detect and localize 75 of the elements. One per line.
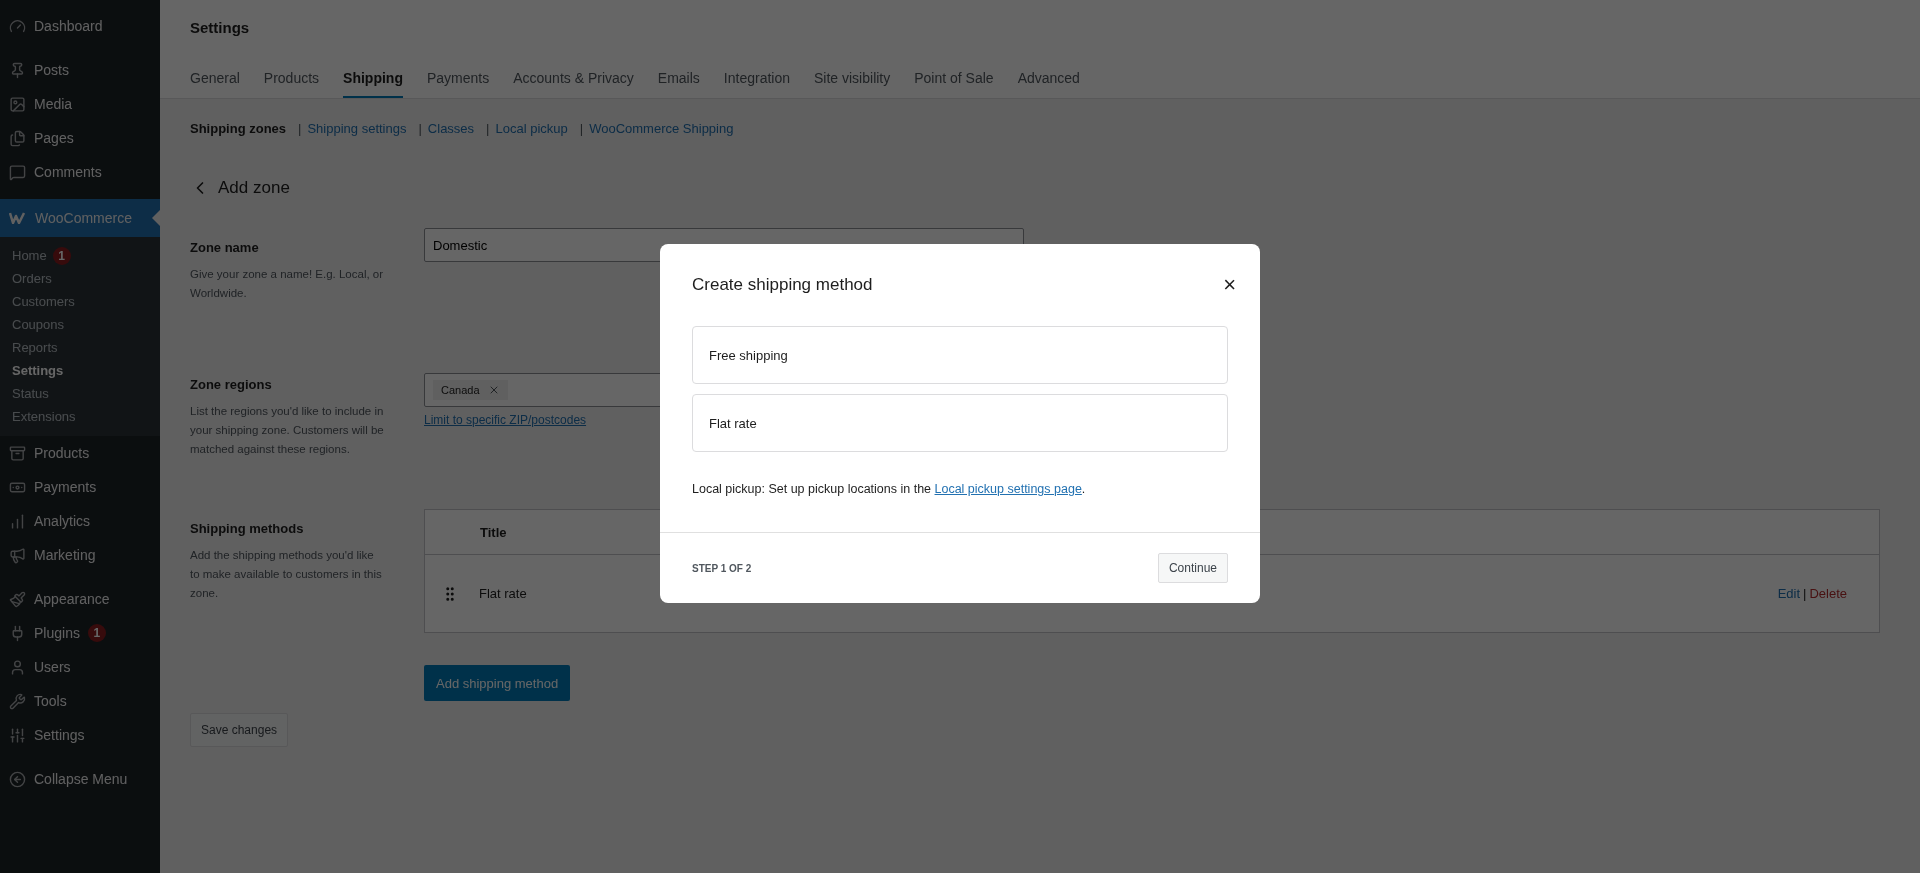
settings-tab[interactable]: Accounts & Privacy [513,66,634,98]
sidebar-item[interactable]: Comments [0,155,160,189]
sidebar-item[interactable]: Plugins 1 [0,616,160,650]
field-description: List the regions you'd like to include in your shipping zone. Customers will be matched against these regions. [190,404,385,457]
subnav-link[interactable]: Shipping settings [307,121,407,136]
pickup-settings-link[interactable]: Local pickup settings page [934,482,1082,496]
settings-tab[interactable]: Shipping [343,66,403,98]
settings-tab[interactable]: Integration [723,66,790,98]
archive-icon [9,444,26,462]
field-label: Shipping methods [190,521,305,536]
gauge-icon [9,17,26,35]
pin-icon [9,61,26,79]
settings-tab[interactable]: General [190,66,240,98]
megaphone-icon [9,546,26,564]
settings-tab[interactable]: Products [263,66,320,98]
subnav-link[interactable]: Local pickup [495,121,568,136]
method-option[interactable]: Free shipping [692,326,1228,384]
column-header: Title [480,524,507,540]
image-icon [9,95,26,113]
subnav-link[interactable]: WooCommerce Shipping [589,121,734,136]
separator-text: | [579,121,584,136]
field-label: Zone regions [190,377,273,392]
edit-link[interactable]: Edit [1777,586,1801,601]
speech-bubble-icon [9,163,26,181]
sidebar-item[interactable]: Collapse Menu [0,762,160,796]
separator-text: | [486,121,490,136]
count-badge: 1 [87,624,106,642]
subnav-link[interactable]: Classes [427,121,475,136]
settings-tab[interactable]: Point of Sale [914,66,994,98]
page-heading: Settings [190,19,251,36]
pickup-note: Local pickup: Set up pickup locations in the Local pickup settings page. [692,482,1087,496]
sidebar-item[interactable]: WooCommerce [0,199,160,237]
sidebar-item[interactable]: Appearance [0,582,160,616]
w-logo-icon [9,212,27,224]
count-badge: 1 [52,246,71,265]
sidebar-item[interactable]: Tools [0,684,160,718]
close-button[interactable]: × [1221,274,1238,296]
method-option[interactable]: Flat rate [692,394,1228,452]
sidebar-item[interactable]: Marketing [0,538,160,572]
sidebar-item[interactable]: Media [0,87,160,121]
modal-title: Create shipping method [692,275,873,295]
subnav-link[interactable]: Shipping zones [190,121,287,136]
sidebar-item[interactable]: Payments [0,470,160,504]
sidebar-item[interactable]: Posts [0,53,160,87]
pages-icon [9,129,26,147]
settings-tab[interactable]: Payments [426,66,490,98]
add-method-button[interactable]: Add shipping method [424,665,571,701]
submenu-item[interactable]: Settings [0,359,160,382]
wrench-icon [9,692,26,710]
sidebar-item[interactable]: Analytics [0,504,160,538]
separator-text: | [418,121,422,136]
region-tag[interactable]: Canada [433,380,508,400]
sidebar-item[interactable]: Pages [0,121,160,155]
settings-tab[interactable]: Site visibility [814,66,891,98]
table-cell-text: Flat rate [479,586,528,601]
sidebar-item[interactable]: Products [0,436,160,470]
field-description: Add the shipping methods you'd like to make available to customers in this zone. [190,548,383,601]
sidebar-item[interactable]: Settings [0,718,160,752]
bar-chart-icon [9,512,26,530]
settings-tab[interactable]: Advanced [1017,66,1080,98]
field-description: Give your zone a name! E.g. Local, or Worldwide. [190,267,385,301]
field-label: Zone name [190,240,260,255]
separator-text: | [1803,586,1807,601]
step-indicator: STEP 1 OF 2 [692,562,752,574]
postcodes-link[interactable]: Limit to specific ZIP/postcodes [424,413,587,427]
separator-text: | [298,121,302,136]
paintbrush-icon [9,590,26,608]
arrow-circle-icon [9,770,26,788]
delete-link[interactable]: Delete [1809,586,1847,601]
user-icon [9,658,26,676]
page-title: Add zone [218,178,290,198]
sliders-icon [9,726,26,744]
sidebar-item[interactable]: Users [0,650,160,684]
settings-tab[interactable]: Emails [657,66,700,98]
sidebar-item[interactable]: Dashboard [0,9,160,43]
